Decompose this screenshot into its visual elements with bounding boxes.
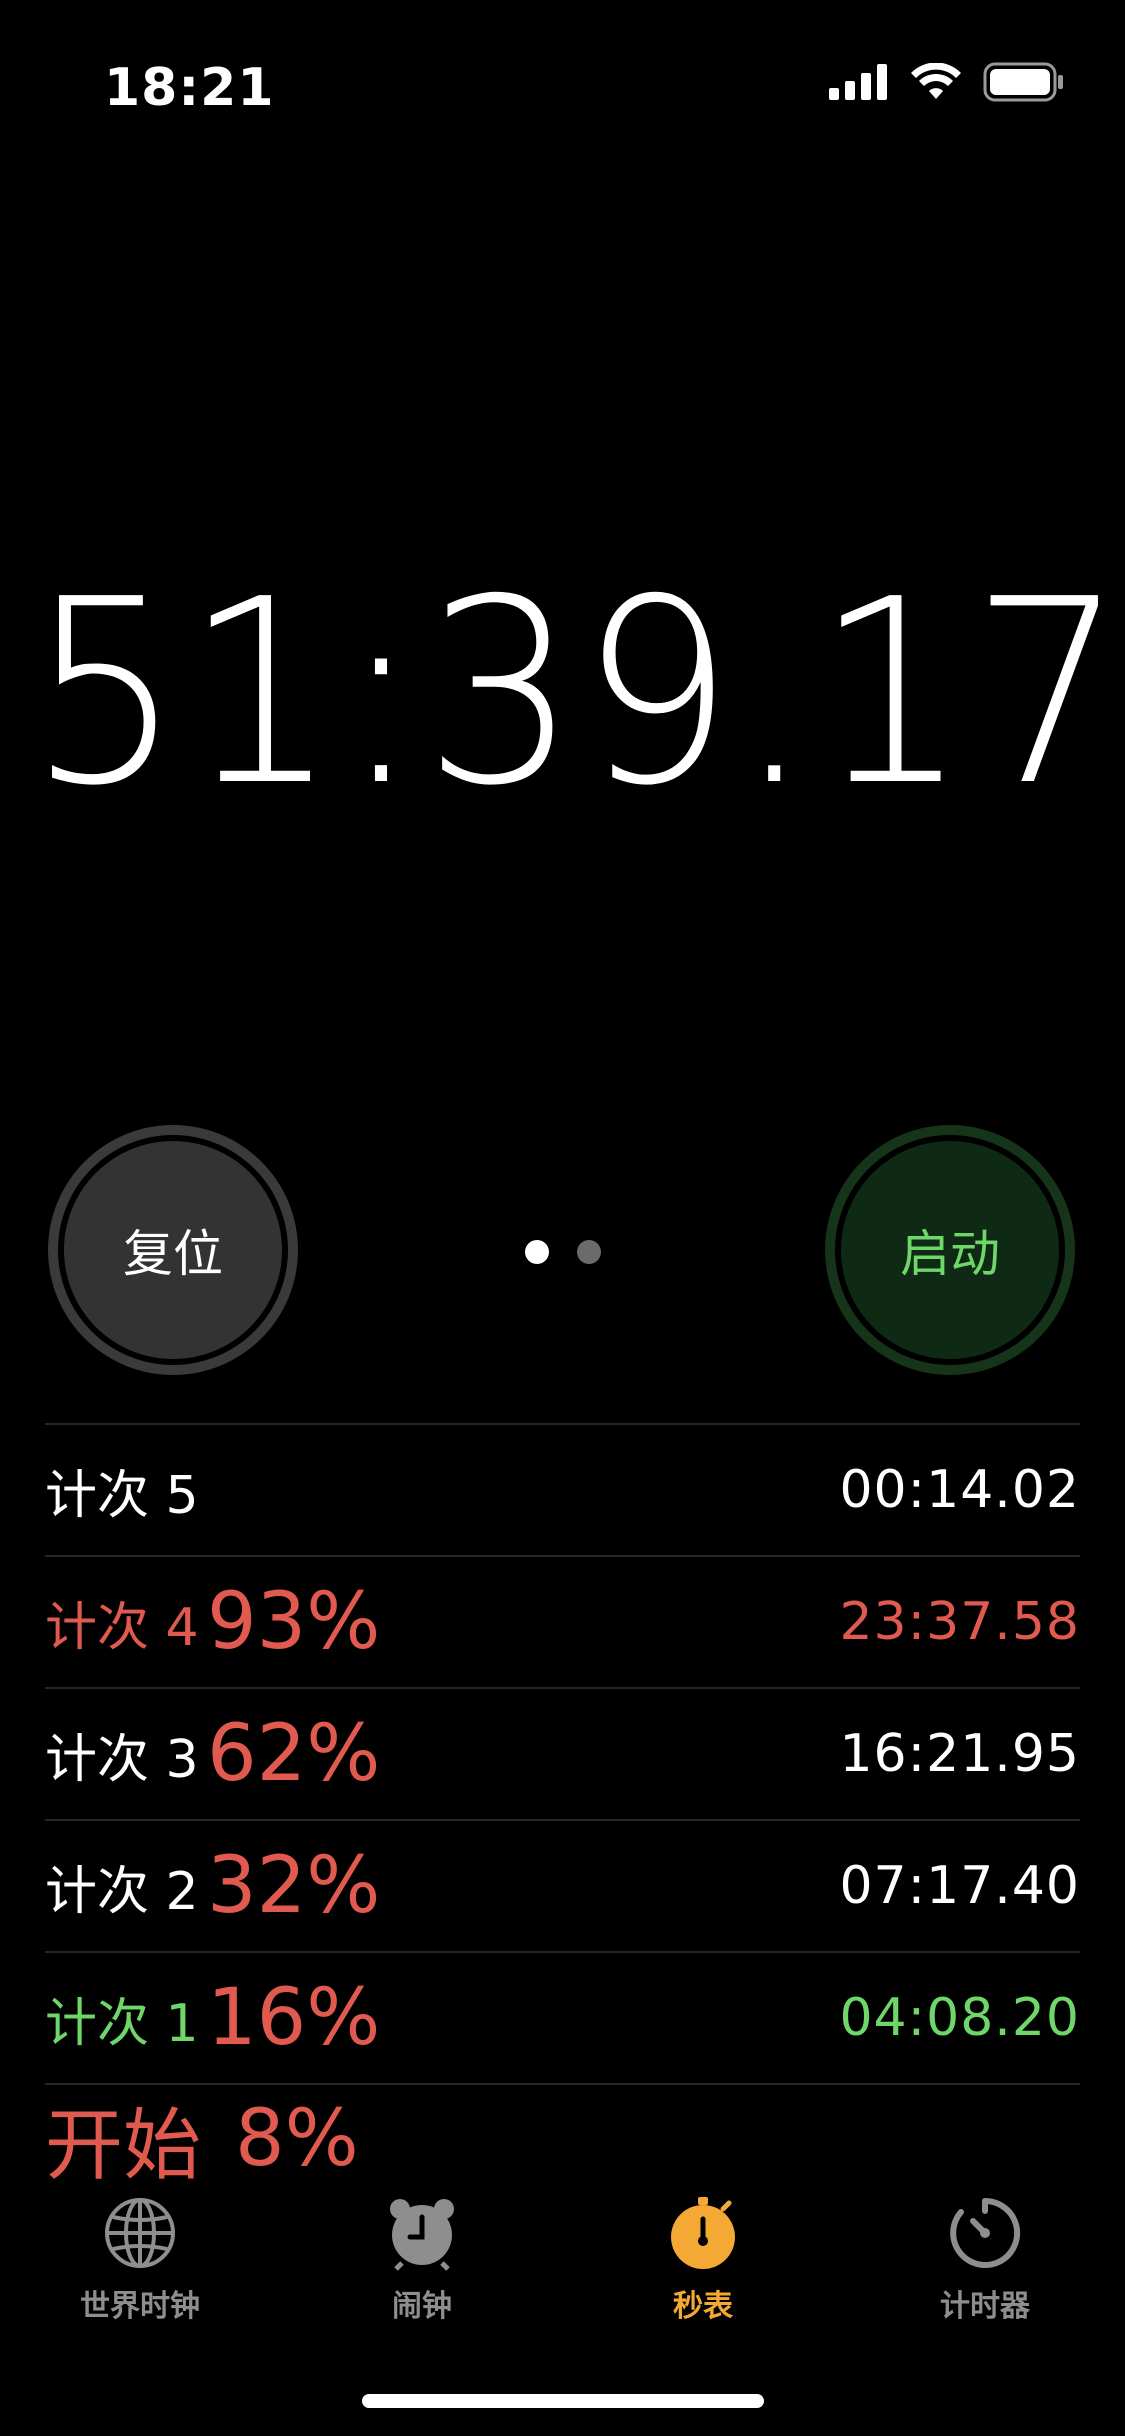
lap-time: 23:37.58 <box>839 1592 1080 1652</box>
lap-percent: 62% <box>207 1709 381 1799</box>
start-button-label: 启动 <box>835 1135 1065 1365</box>
stopwatch-icon <box>671 2197 735 2269</box>
lap-time: 00:14.02 <box>839 1460 1080 1520</box>
tab-timer[interactable]: 计时器 <box>885 2195 1085 2325</box>
stopwatch-display: 51:39.17 <box>28 545 1125 842</box>
start-row-label: 开始 <box>45 2101 202 2191</box>
cellular-signal-icon <box>829 64 887 100</box>
reset-button[interactable]: 复位 <box>48 1125 298 1375</box>
start-row-percent: 8% <box>235 2094 359 2184</box>
timer-icon <box>950 2197 1021 2268</box>
globe-icon <box>105 2198 175 2268</box>
status-time: 18:21 <box>104 58 275 118</box>
wifi-icon <box>911 63 961 99</box>
lap-percent: 32% <box>207 1841 381 1931</box>
page-indicator[interactable] <box>525 1240 601 1264</box>
lap-time: 16:21.95 <box>839 1724 1080 1784</box>
lap-percent: 93% <box>207 1577 381 1667</box>
tab-label: 计时器 <box>940 2289 1030 2324</box>
lap-time: 04:08.20 <box>839 1988 1080 2048</box>
lap-row: 计次 5 00:14.02 <box>45 1423 1080 1555</box>
tab-label: 秒表 <box>673 2289 733 2324</box>
lap-label: 计次 3 <box>45 1729 199 1790</box>
lap-label: 计次 5 <box>45 1465 199 1526</box>
status-icons <box>829 62 1065 102</box>
lap-label: 计次 1 <box>45 1993 199 2054</box>
lap-row: 计次 2 32% 07:17.40 <box>45 1819 1080 1951</box>
lap-percent: 16% <box>207 1973 381 2063</box>
start-row: 开始 8% <box>45 2083 1080 2193</box>
stopwatch-screen: 18:21 51:39.17 复位 启动 计次 5 00:14.02 计次 4 … <box>0 0 1125 2436</box>
lap-label: 计次 4 <box>45 1597 199 1658</box>
tab-alarm[interactable]: 闹钟 <box>322 2195 522 2325</box>
page-dot-active <box>525 1240 549 1264</box>
page-dot-inactive <box>577 1240 601 1264</box>
reset-button-label: 复位 <box>58 1135 288 1365</box>
tab-world-clock[interactable]: 世界时钟 <box>40 2195 240 2325</box>
tab-bar: 世界时钟 闹钟 秒表 计时器 <box>0 2195 1125 2335</box>
lap-list[interactable]: 计次 5 00:14.02 计次 4 93% 23:37.58 计次 3 62%… <box>45 1423 1080 2193</box>
lap-row: 计次 3 62% 16:21.95 <box>45 1687 1080 1819</box>
lap-label: 计次 2 <box>45 1861 199 1922</box>
tab-label: 闹钟 <box>392 2289 452 2324</box>
battery-icon <box>983 62 1063 102</box>
lap-row: 计次 4 93% 23:37.58 <box>45 1555 1080 1687</box>
start-button[interactable]: 启动 <box>825 1125 1075 1375</box>
lap-time: 07:17.40 <box>839 1856 1080 1916</box>
lap-row: 计次 1 16% 04:08.20 <box>45 1951 1080 2083</box>
alarm-clock-icon <box>390 2199 454 2271</box>
home-indicator[interactable] <box>362 2394 764 2408</box>
tab-label: 世界时钟 <box>80 2289 200 2324</box>
tab-stopwatch[interactable]: 秒表 <box>603 2195 803 2325</box>
